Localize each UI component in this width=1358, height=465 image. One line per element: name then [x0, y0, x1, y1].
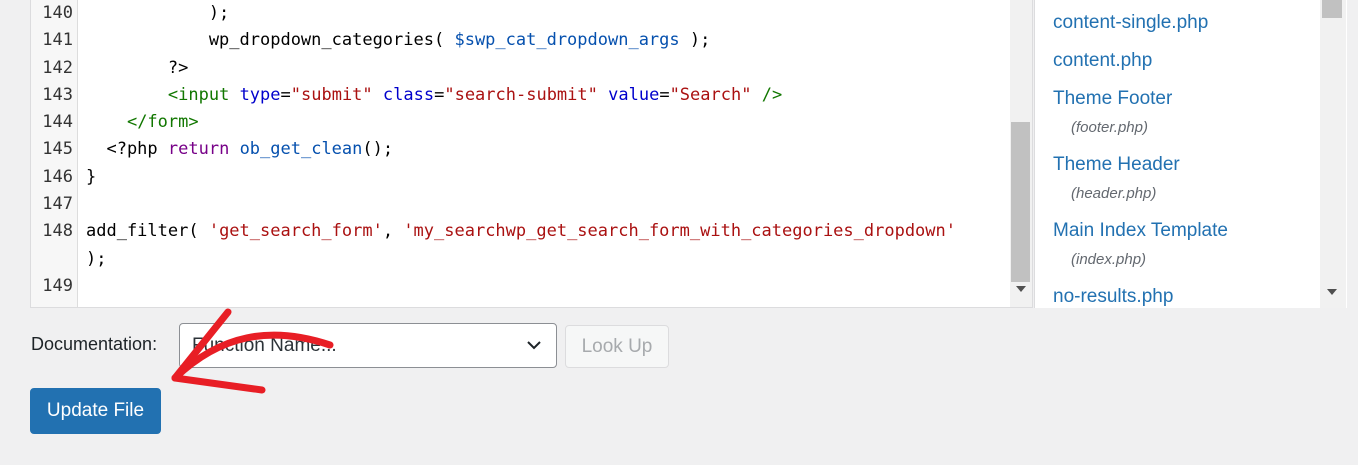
code-token: = [434, 84, 445, 105]
file-name-index: (index.php) [1071, 251, 1147, 268]
scroll-down-arrow-icon[interactable] [1327, 289, 1337, 295]
code-token: 'my_searchwp_get_search_form_with_catego… [403, 221, 956, 242]
code-token: /> [761, 84, 783, 105]
code-token: class [382, 84, 435, 105]
line-number: 145 [42, 139, 73, 160]
code-line[interactable]: 147 [31, 191, 1009, 218]
code-token: "Search" [669, 84, 752, 105]
code-token: , [382, 221, 404, 242]
code-line[interactable]: 148 add_filter( 'get_search_form', 'my_se… [31, 218, 1009, 273]
line-number: 144 [42, 112, 73, 133]
theme-files-list: content-single.php content.php Theme Foo… [1034, 0, 1347, 308]
code-token: add_filter( [86, 221, 209, 242]
code-line[interactable]: 142 ?> [31, 55, 1009, 82]
code-text[interactable]: } [86, 164, 96, 191]
line-number: 140 [42, 3, 73, 23]
update-file-button[interactable]: Update File [30, 388, 161, 434]
line-number: 143 [42, 84, 73, 105]
editor-scrollbar[interactable] [1010, 0, 1032, 307]
code-line[interactable]: 149 [31, 273, 1009, 300]
file-link-content[interactable]: content.php [1053, 50, 1152, 72]
file-link-theme-header[interactable]: Theme Header [1053, 154, 1180, 176]
scroll-down-arrow-icon[interactable] [1016, 286, 1026, 292]
look-up-button[interactable]: Look Up [565, 325, 669, 368]
code-text[interactable]: add_filter( 'get_search_form', 'my_searc… [86, 218, 956, 273]
editor-scrollbar-thumb[interactable] [1011, 122, 1030, 282]
line-number: 149 [42, 275, 73, 296]
code-text[interactable]: <?php return ob_get_clean(); [86, 136, 393, 163]
code-token: type [239, 84, 281, 105]
code-token: "search-submit" [444, 84, 598, 105]
code-line[interactable]: 140 ); [31, 0, 1009, 27]
code-text[interactable]: ?> [86, 55, 188, 82]
code-text[interactable]: wp_dropdown_categories( $swp_cat_dropdow… [86, 27, 711, 54]
function-name-select-value: Function Name... [192, 335, 337, 356]
file-name-footer: (footer.php) [1071, 119, 1148, 136]
code-lines[interactable]: 140 ); 141 wp_dropdown_categories( $swp_c… [31, 0, 1009, 300]
file-link-theme-footer[interactable]: Theme Footer [1053, 88, 1172, 110]
file-link-main-index-template[interactable]: Main Index Template [1053, 220, 1228, 242]
file-list-scrollbar[interactable] [1320, 0, 1346, 308]
code-token: return [167, 139, 230, 160]
line-number: 147 [42, 194, 73, 215]
code-line[interactable]: 141 wp_dropdown_categories( $swp_cat_dro… [31, 27, 1009, 54]
chevron-down-icon [527, 341, 541, 350]
code-text[interactable]: ); [86, 0, 229, 27]
code-text[interactable]: </form> [86, 109, 199, 136]
code-token: = [280, 84, 291, 105]
code-token: } [86, 166, 97, 187]
file-list-scrollbar-thumb[interactable] [1322, 0, 1342, 18]
line-number: 148 [42, 221, 73, 242]
code-token: ); [679, 30, 711, 51]
code-token: ); [86, 248, 107, 269]
file-link-no-results[interactable]: no-results.php [1053, 286, 1173, 308]
line-number: 141 [42, 30, 73, 51]
line-number: 146 [42, 166, 73, 187]
code-editor[interactable]: 140 ); 141 wp_dropdown_categories( $swp_c… [30, 0, 1033, 308]
code-token: ); [86, 3, 230, 23]
function-name-select[interactable]: Function Name... [179, 323, 557, 368]
code-token: $swp_cat_dropdown_args [454, 30, 680, 51]
code-line[interactable]: 145 <?php return ob_get_clean(); [31, 136, 1009, 163]
code-token: = [659, 84, 670, 105]
code-token: ob_get_clean [239, 139, 363, 160]
file-name-header: (header.php) [1071, 185, 1157, 202]
code-token: <?php [86, 139, 168, 160]
line-number: 142 [42, 57, 73, 78]
code-token: (); [362, 139, 394, 160]
code-token: </form> [126, 112, 199, 133]
code-token: 'get_search_form' [208, 221, 383, 242]
code-text[interactable]: <input type="submit" class="search-submi… [86, 82, 782, 109]
code-token: <input [167, 84, 230, 105]
code-token: ?> [86, 57, 189, 78]
code-token: "submit" [290, 84, 373, 105]
file-link-content-single[interactable]: content-single.php [1053, 12, 1208, 34]
code-line[interactable]: 146} [31, 164, 1009, 191]
code-token: wp_dropdown_categories( [86, 30, 455, 51]
code-line[interactable]: 144 </form> [31, 109, 1009, 136]
code-token: value [608, 84, 660, 105]
code-line[interactable]: 143 <input type="submit" class="search-s… [31, 82, 1009, 109]
documentation-label: Documentation: [31, 334, 158, 354]
